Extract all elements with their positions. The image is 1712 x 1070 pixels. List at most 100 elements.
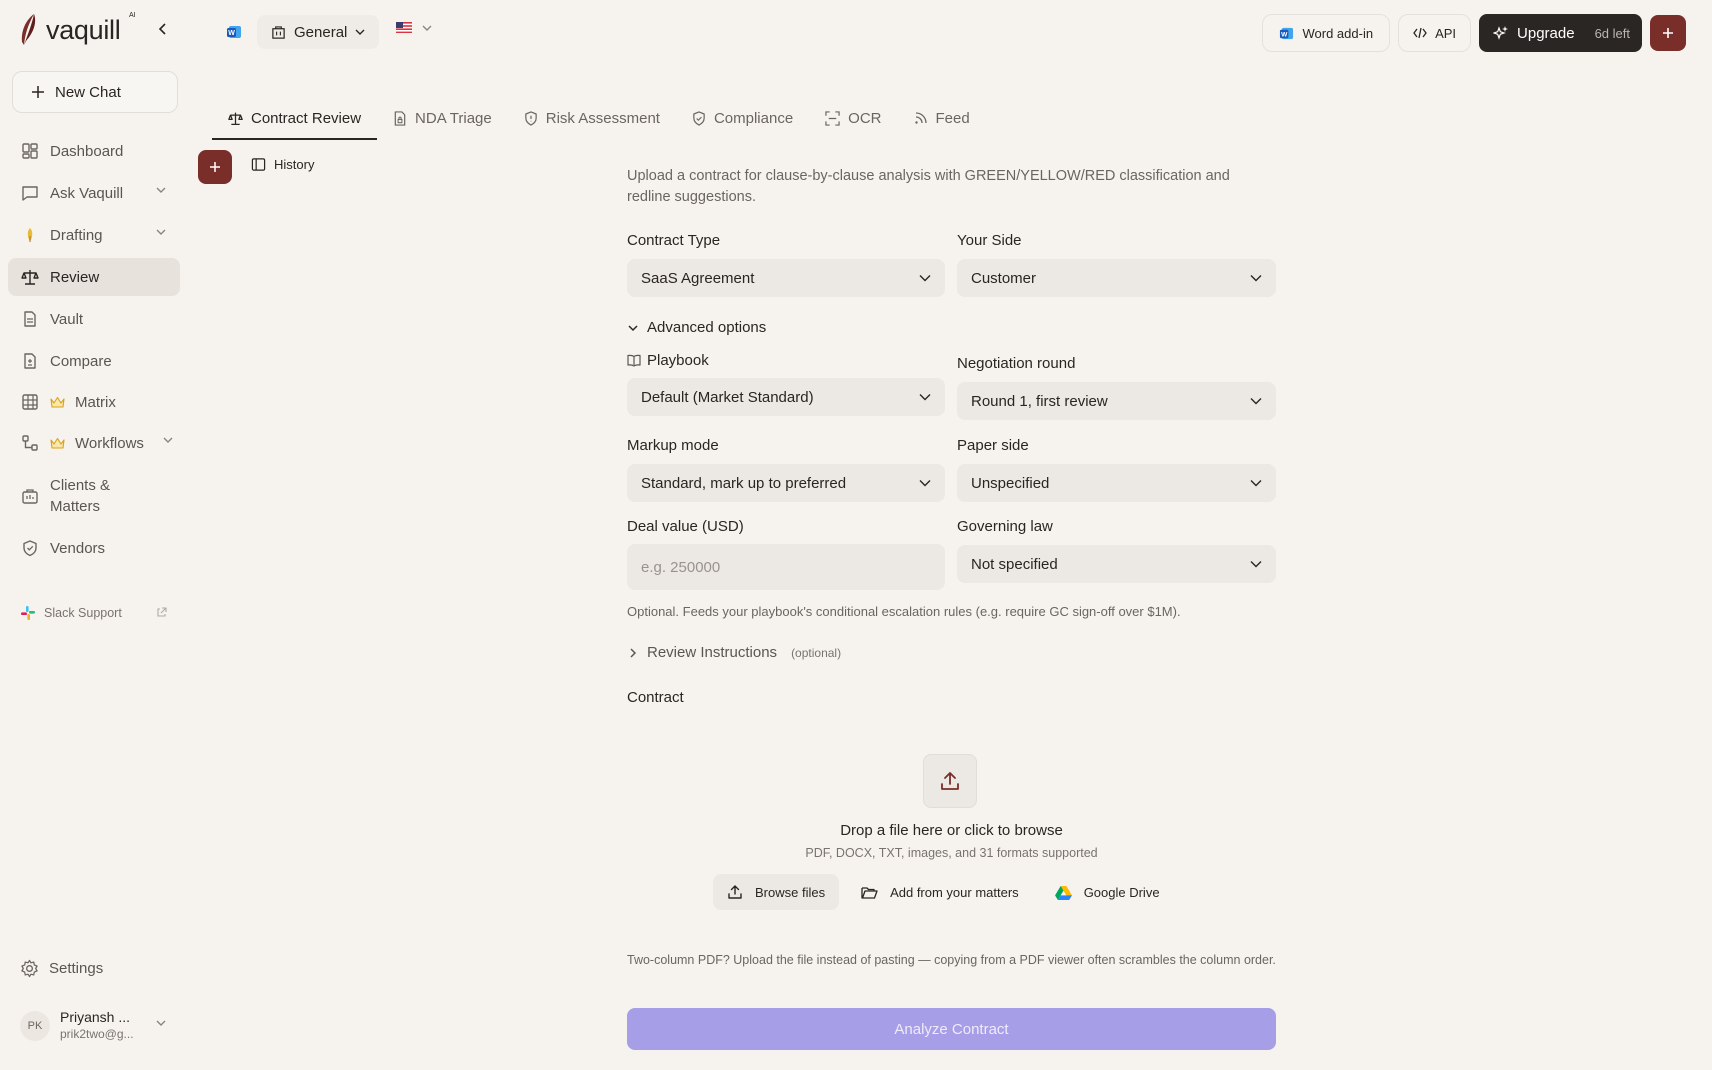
negotiation-round-value: Round 1, first review xyxy=(971,392,1108,410)
sidebar-item-dashboard[interactable]: Dashboard xyxy=(8,132,180,170)
review-instructions-toggle[interactable]: Review Instructions (optional) xyxy=(627,644,841,661)
upgrade-button[interactable]: Upgrade 6d left xyxy=(1479,14,1642,52)
word-addin-label: Word add-in xyxy=(1302,25,1374,41)
brand-ai-mark: AI xyxy=(129,12,136,19)
sidebar-item-workflows[interactable]: Workflows xyxy=(8,424,180,462)
plus-icon xyxy=(210,162,220,172)
sidebar-item-vendors[interactable]: Vendors xyxy=(8,529,180,567)
browse-files-label: Browse files xyxy=(755,884,826,900)
api-button[interactable]: API xyxy=(1398,14,1472,52)
api-label: API xyxy=(1435,25,1457,41)
us-flag-icon xyxy=(396,22,412,33)
sidebar-item-label: Ask Vaquill xyxy=(50,184,124,202)
brand-logo[interactable]: vaquill xyxy=(18,10,121,50)
deal-value-wrapper xyxy=(627,544,945,590)
chevron-down-icon xyxy=(1250,398,1262,405)
sidebar-item-matrix[interactable]: Matrix xyxy=(8,383,180,421)
sidebar-item-vault[interactable]: Vault xyxy=(8,300,180,338)
review-tabs: Contract Review NDA Triage Risk Assessme… xyxy=(212,96,986,140)
playbook-select[interactable]: Default (Market Standard) xyxy=(627,378,945,416)
google-drive-button[interactable]: Google Drive xyxy=(1041,874,1174,910)
contract-type-select[interactable]: SaaS Agreement xyxy=(627,259,945,297)
tab-compliance[interactable]: Compliance xyxy=(676,96,809,140)
chevron-down-icon xyxy=(1250,275,1262,282)
sidebar: vaquill AI New Chat Dashboard Ask Vaquil… xyxy=(0,0,190,1070)
settings-button[interactable]: Settings xyxy=(20,959,103,978)
slack-support-link[interactable]: Slack Support xyxy=(20,605,122,621)
tab-label: Compliance xyxy=(713,109,794,127)
analyze-label: Analyze Contract xyxy=(894,1020,1009,1038)
sidebar-item-clients-matters[interactable]: Clients & Matters xyxy=(8,470,180,522)
upgrade-label: Upgrade xyxy=(1517,24,1575,42)
paper-side-select[interactable]: Unspecified xyxy=(957,464,1276,502)
chevron-down-icon xyxy=(422,25,432,31)
sidebar-item-drafting[interactable]: Drafting xyxy=(8,216,180,254)
tab-nda-triage[interactable]: NDA Triage xyxy=(377,96,508,140)
collapse-sidebar-button[interactable] xyxy=(154,20,172,38)
briefcase-icon xyxy=(20,486,40,506)
svg-text:W: W xyxy=(228,30,235,37)
workspace-selector[interactable]: General xyxy=(257,15,380,49)
contract-type-value: SaaS Agreement xyxy=(641,269,755,287)
workflow-icon xyxy=(20,433,40,453)
workspace-label: General xyxy=(294,23,348,41)
intro-text: Upload a contract for clause-by-clause a… xyxy=(627,168,1230,205)
sparkles-icon xyxy=(1493,26,1509,40)
upload-icon xyxy=(728,885,742,899)
browse-files-button[interactable]: Browse files xyxy=(713,874,840,910)
drop-subtitle: PDF, DOCX, TXT, images, and 31 formats s… xyxy=(805,846,1098,860)
code-icon xyxy=(1413,27,1427,39)
add-from-matters-button[interactable]: Add from your matters xyxy=(847,874,1033,910)
brand-name: vaquill xyxy=(46,14,121,45)
history-button[interactable]: History xyxy=(251,157,314,172)
analyze-contract-button[interactable]: Analyze Contract xyxy=(627,1008,1276,1050)
governing-law-select[interactable]: Not specified xyxy=(957,545,1276,583)
markup-mode-select[interactable]: Standard, mark up to preferred xyxy=(627,464,945,502)
word-addin-button[interactable]: W Word add-in xyxy=(1262,14,1391,52)
paper-side-value: Unspecified xyxy=(971,474,1050,492)
chevron-left-icon xyxy=(158,23,166,35)
word-icon[interactable]: W xyxy=(226,24,242,40)
review-instructions-label: Review Instructions xyxy=(647,644,778,661)
building-icon xyxy=(272,25,285,39)
chevron-down-icon xyxy=(628,324,638,331)
sidebar-item-ask-vaquill[interactable]: Ask Vaquill xyxy=(8,174,180,212)
create-button[interactable] xyxy=(1650,15,1686,51)
tab-risk-assessment[interactable]: Risk Assessment xyxy=(508,96,676,140)
playbook-value: Default (Market Standard) xyxy=(641,388,814,406)
add-from-matters-label: Add from your matters xyxy=(890,884,1019,900)
tab-feed[interactable]: Feed xyxy=(898,96,986,140)
google-drive-label: Google Drive xyxy=(1083,884,1160,900)
plus-icon xyxy=(32,86,44,98)
user-menu[interactable]: PK Priyansh ... prik2two@g... xyxy=(20,1005,170,1047)
contract-type-label: Contract Type xyxy=(627,232,721,249)
sidebar-item-review[interactable]: Review xyxy=(8,258,180,296)
file-icon xyxy=(20,309,40,329)
file-dropzone[interactable]: Drop a file here or click to browse PDF,… xyxy=(627,724,1276,954)
contract-label: Contract xyxy=(627,689,684,706)
chevron-down-icon xyxy=(1250,561,1262,568)
chevron-down-icon xyxy=(919,480,931,487)
user-name: Priyansh ... xyxy=(60,1009,131,1025)
new-review-button[interactable] xyxy=(198,150,232,184)
tab-ocr[interactable]: OCR xyxy=(809,96,897,140)
your-side-select[interactable]: Customer xyxy=(957,259,1276,297)
panel-icon xyxy=(251,158,266,171)
plus-icon xyxy=(1663,28,1673,38)
compare-icon xyxy=(20,351,40,371)
deal-value-input[interactable] xyxy=(627,544,945,590)
external-link-icon[interactable] xyxy=(156,607,167,618)
sidebar-item-compare[interactable]: Compare xyxy=(8,342,180,380)
your-side-label: Your Side xyxy=(957,232,1022,249)
scan-icon xyxy=(825,110,840,126)
jurisdiction-selector[interactable] xyxy=(396,22,432,33)
gear-icon xyxy=(21,959,38,978)
new-chat-button[interactable]: New Chat xyxy=(12,71,178,113)
sidebar-item-label: Dashboard xyxy=(50,142,124,160)
tab-contract-review[interactable]: Contract Review xyxy=(212,96,378,140)
chevron-down-icon xyxy=(1250,480,1262,487)
advanced-options-toggle[interactable]: Advanced options xyxy=(627,319,766,336)
playbook-label-text: Playbook xyxy=(647,352,709,369)
sidebar-item-label: Matrix xyxy=(75,393,116,411)
negotiation-round-select[interactable]: Round 1, first review xyxy=(957,382,1276,420)
